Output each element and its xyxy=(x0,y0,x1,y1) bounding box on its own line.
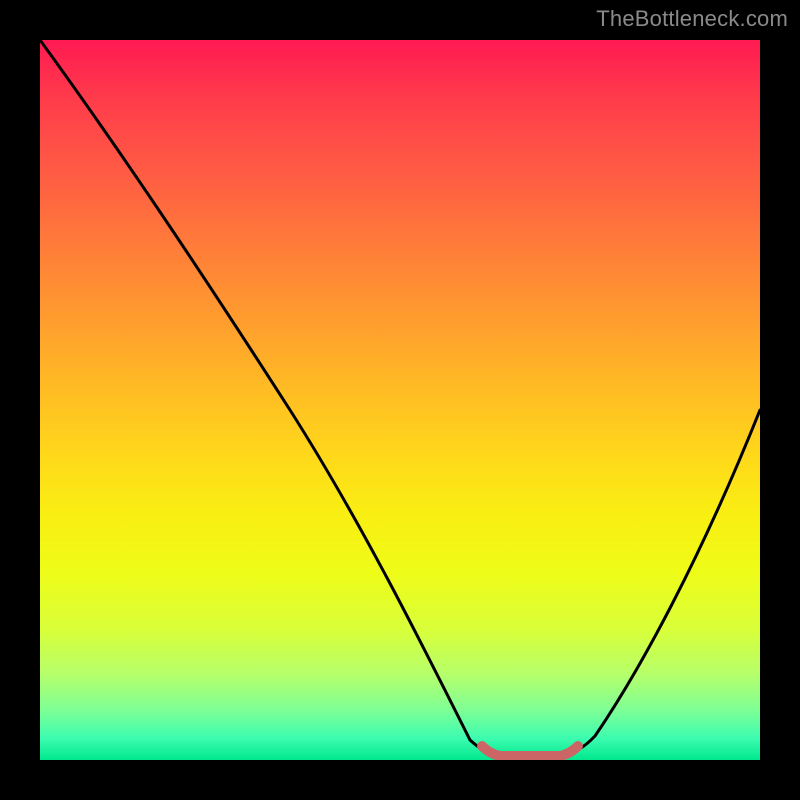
curve-layer xyxy=(40,40,760,760)
trough-marker xyxy=(482,746,578,756)
watermark-text: TheBottleneck.com xyxy=(596,6,788,32)
plot-area xyxy=(40,40,760,760)
bottleneck-curve xyxy=(40,40,760,756)
chart-frame: TheBottleneck.com xyxy=(0,0,800,800)
